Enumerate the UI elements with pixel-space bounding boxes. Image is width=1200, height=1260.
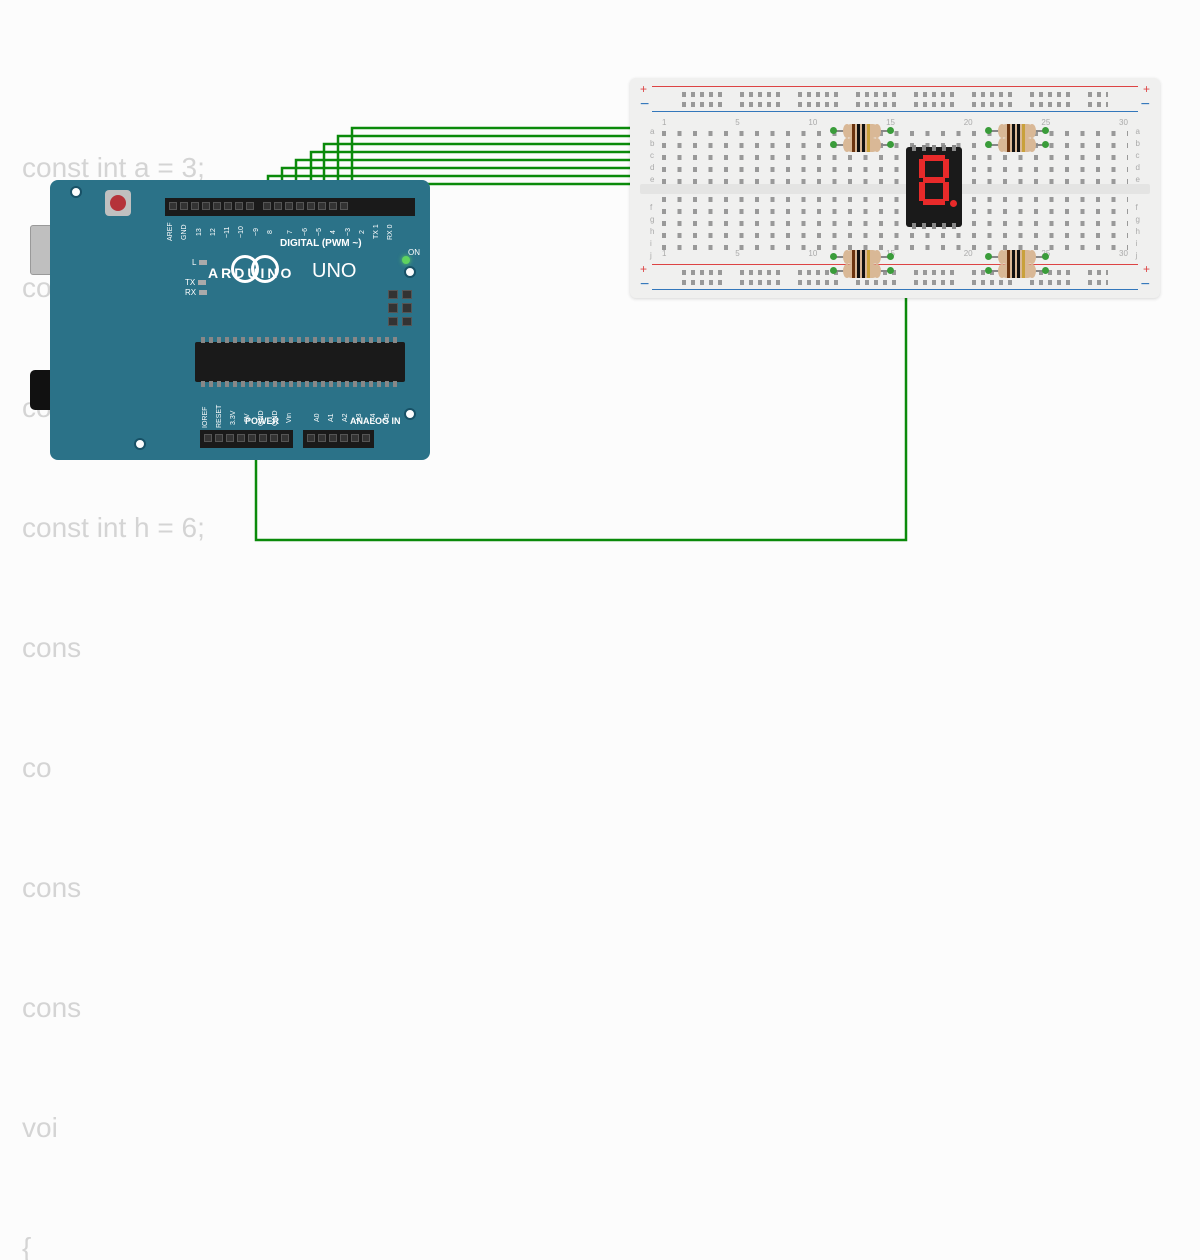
mount-hole <box>70 186 82 198</box>
resistor[interactable] <box>834 264 890 278</box>
led-RX-label: RX <box>185 288 207 297</box>
digital-label: DIGITAL (PWM ~) <box>280 238 362 249</box>
segment-digit <box>919 155 949 205</box>
icsp-header[interactable] <box>388 290 412 326</box>
reset-button[interactable] <box>105 190 131 216</box>
bottom-pin-header[interactable] <box>200 430 420 448</box>
terminal-strip-lower[interactable] <box>662 192 1128 250</box>
breadboard[interactable]: + − + − + − + − 1 5 10 15 20 25 30 ab cd… <box>630 78 1160 298</box>
terminal-strip-upper[interactable] <box>662 126 1128 184</box>
power-pin-labels: IOREFRESET 3.3V5V GNDGND Vin A0A1 A2A3 A… <box>202 408 395 428</box>
mount-hole <box>404 266 416 278</box>
resistor[interactable] <box>989 264 1045 278</box>
mount-hole <box>134 438 146 450</box>
resistor[interactable] <box>989 124 1045 138</box>
row-letters-right: ab cd e fg hi j <box>1136 126 1140 262</box>
led-L-label: L <box>192 258 207 267</box>
seven-segment-display[interactable] <box>906 147 962 227</box>
on-label: ON <box>408 248 420 257</box>
led-TX-label: TX <box>185 278 206 287</box>
power-rail-bottom[interactable] <box>652 264 1138 290</box>
resistor[interactable] <box>834 138 890 152</box>
resistor[interactable] <box>989 250 1045 264</box>
row-letters-left: ab cd e fg hi j <box>650 126 654 262</box>
mount-hole <box>404 408 416 420</box>
power-rail-top[interactable] <box>652 86 1138 112</box>
brand-label: ARDUINO <box>208 265 294 281</box>
model-label: UNO <box>312 260 356 283</box>
resistor[interactable] <box>989 138 1045 152</box>
resistor[interactable] <box>834 124 890 138</box>
arduino-uno-board[interactable]: AREFGND 1312 ~11~10 ~98 7~6 ~54 ~32 TX 1… <box>30 180 430 460</box>
power-on-led <box>402 256 410 264</box>
resistor[interactable] <box>834 250 890 264</box>
atmega-chip <box>195 342 405 382</box>
column-numbers-bottom: 1 5 10 15 20 25 30 <box>662 249 1128 258</box>
digital-pin-header[interactable] <box>165 198 415 216</box>
